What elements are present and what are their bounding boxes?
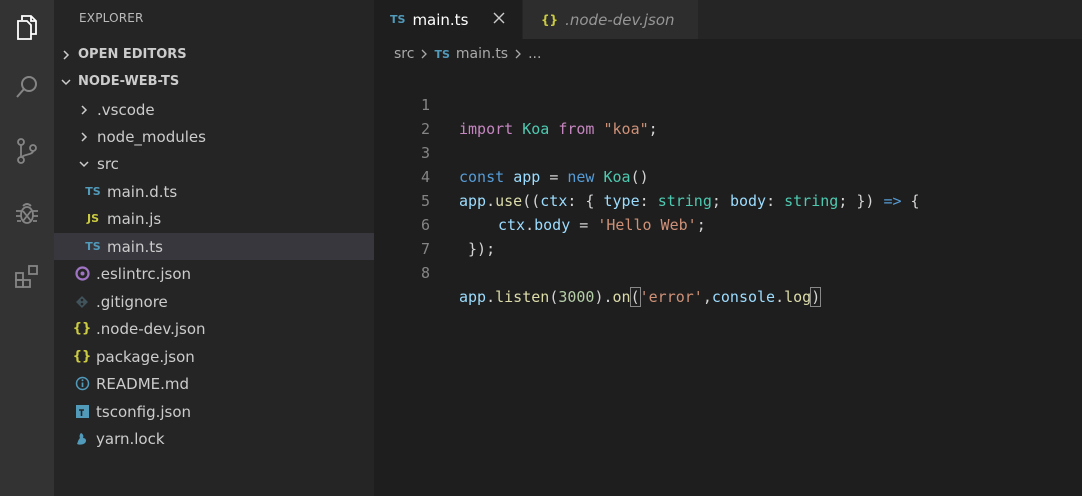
token: listen	[495, 288, 550, 306]
tree-item-vscode[interactable]: .vscode	[54, 96, 374, 123]
search-icon[interactable]	[0, 62, 54, 112]
tree-item-label: .node-dev.json	[96, 319, 206, 338]
typescript-icon: TS	[85, 240, 101, 253]
code-line: 3 const app = new Koa()	[374, 117, 1082, 186]
chevron-right-icon	[81, 131, 88, 142]
explorer-sidebar: EXPLORER OPEN EDITORS NODE-WEB-TS .vscod…	[54, 0, 374, 496]
tab-label: .node-dev.json	[565, 10, 675, 29]
tree-item-label: README.md	[96, 374, 190, 393]
open-editors-label: OPEN EDITORS	[78, 47, 187, 62]
git-icon	[73, 293, 91, 311]
token: 3000	[558, 288, 595, 306]
line-content: app.listen(3000).on('error',console.log)	[459, 285, 822, 309]
explorer-icon[interactable]	[0, 2, 54, 52]
tree-item-src[interactable]: src	[54, 150, 374, 177]
tree-item-label: src	[97, 154, 119, 173]
tab-node-dev-json[interactable]: {} .node-dev.json	[522, 0, 698, 39]
open-editors-header[interactable]: OPEN EDITORS	[54, 41, 374, 68]
token: on	[612, 288, 631, 306]
tree-item-label: .vscode	[97, 100, 155, 119]
token: .	[486, 288, 496, 306]
project-header[interactable]: NODE-WEB-TS	[54, 68, 374, 95]
typescript-icon: TS	[85, 185, 101, 198]
json-icon: {}	[541, 12, 559, 27]
token: (	[549, 288, 559, 306]
token: ).	[594, 288, 613, 306]
tree-item-label: main.d.ts	[107, 182, 178, 201]
tree-item-main-d-ts[interactable]: TS main.d.ts	[54, 178, 374, 205]
chevron-down-icon	[61, 78, 71, 85]
tab-main-ts[interactable]: TS main.ts	[374, 0, 522, 39]
token: log	[784, 288, 812, 306]
token: console	[711, 288, 776, 306]
breadcrumb-folder[interactable]: src	[394, 46, 414, 62]
sidebar-title: EXPLORER	[79, 11, 144, 25]
javascript-icon: JS	[86, 212, 99, 225]
code-line: 5 ctx.body = 'Hello Web';	[374, 165, 1082, 234]
token: (	[629, 287, 641, 307]
line-number: 8	[420, 264, 430, 282]
close-icon[interactable]	[492, 11, 506, 25]
tree-item-label: .eslintrc.json	[96, 264, 192, 283]
typescript-icon: TS	[390, 13, 406, 26]
tree-item-node-modules[interactable]: node_modules	[54, 123, 374, 150]
tree-item-label: .gitignore	[96, 292, 168, 311]
token: 'error'	[639, 288, 703, 306]
tree-item-node-dev-json[interactable]: {} .node-dev.json	[54, 315, 374, 342]
tree-item-eslintrc[interactable]: .eslintrc.json	[54, 260, 374, 287]
info-icon	[73, 375, 91, 393]
activity-bar	[0, 0, 54, 496]
breadcrumb-more[interactable]: ...	[528, 46, 541, 62]
chevron-right-icon	[63, 49, 70, 60]
tree-item-gitignore[interactable]: .gitignore	[54, 288, 374, 315]
typescript-icon: TS	[434, 47, 450, 61]
eslint-icon	[73, 265, 91, 283]
tree-item-label: main.ts	[107, 237, 163, 256]
token: )	[810, 287, 822, 307]
code-line: 2	[374, 93, 1082, 138]
code-line: 6 });	[374, 189, 1082, 258]
project-label: NODE-WEB-TS	[78, 74, 180, 89]
tree-item-label: main.js	[107, 209, 162, 228]
tab-label: main.ts	[412, 10, 469, 29]
tree-item-readme[interactable]: README.md	[54, 370, 374, 397]
tree-item-tsconfig[interactable]: tsconfig.json	[54, 398, 374, 425]
chevron-down-icon	[79, 160, 89, 167]
editor-tabbar: TS main.ts {} .node-dev.json	[374, 0, 1082, 39]
tree-item-label: yarn.lock	[96, 429, 165, 448]
tree-item-label: package.json	[96, 347, 195, 366]
token: .	[775, 288, 785, 306]
chevron-right-icon	[515, 49, 522, 59]
chevron-right-icon	[421, 49, 428, 59]
tree-item-label: tsconfig.json	[96, 402, 192, 421]
code-line: 8 app.listen(3000).on('error',console.lo…	[374, 237, 1082, 307]
tree-item-yarn-lock[interactable]: yarn.lock	[54, 425, 374, 452]
code-line: 4 app.use((ctx: { type: string; body: st…	[374, 141, 1082, 210]
code-line: 1 import Koa from "koa";	[374, 69, 1082, 138]
tree-item-label: node_modules	[97, 127, 206, 146]
source-control-icon[interactable]	[0, 126, 54, 176]
tsconfig-icon	[73, 403, 91, 421]
code-line: 7	[374, 213, 1082, 258]
token: ,	[702, 288, 712, 306]
breadcrumb-file[interactable]: main.ts	[456, 46, 508, 62]
json-icon: {}	[72, 321, 92, 336]
tree-item-main-js[interactable]: JS main.js	[54, 205, 374, 232]
tree-item-package-json[interactable]: {} package.json	[54, 343, 374, 370]
code-editor[interactable]: 1 import Koa from "koa"; 2 3 const app =…	[374, 69, 1082, 496]
tree-item-main-ts[interactable]: TS main.ts	[54, 233, 374, 260]
chevron-right-icon	[81, 104, 88, 115]
json-icon: {}	[72, 349, 92, 364]
breadcrumb: src TS main.ts ...	[374, 39, 1082, 69]
yarn-icon	[73, 430, 91, 448]
extensions-icon[interactable]	[0, 252, 54, 302]
debug-icon[interactable]	[0, 188, 54, 238]
token: app	[459, 288, 487, 306]
